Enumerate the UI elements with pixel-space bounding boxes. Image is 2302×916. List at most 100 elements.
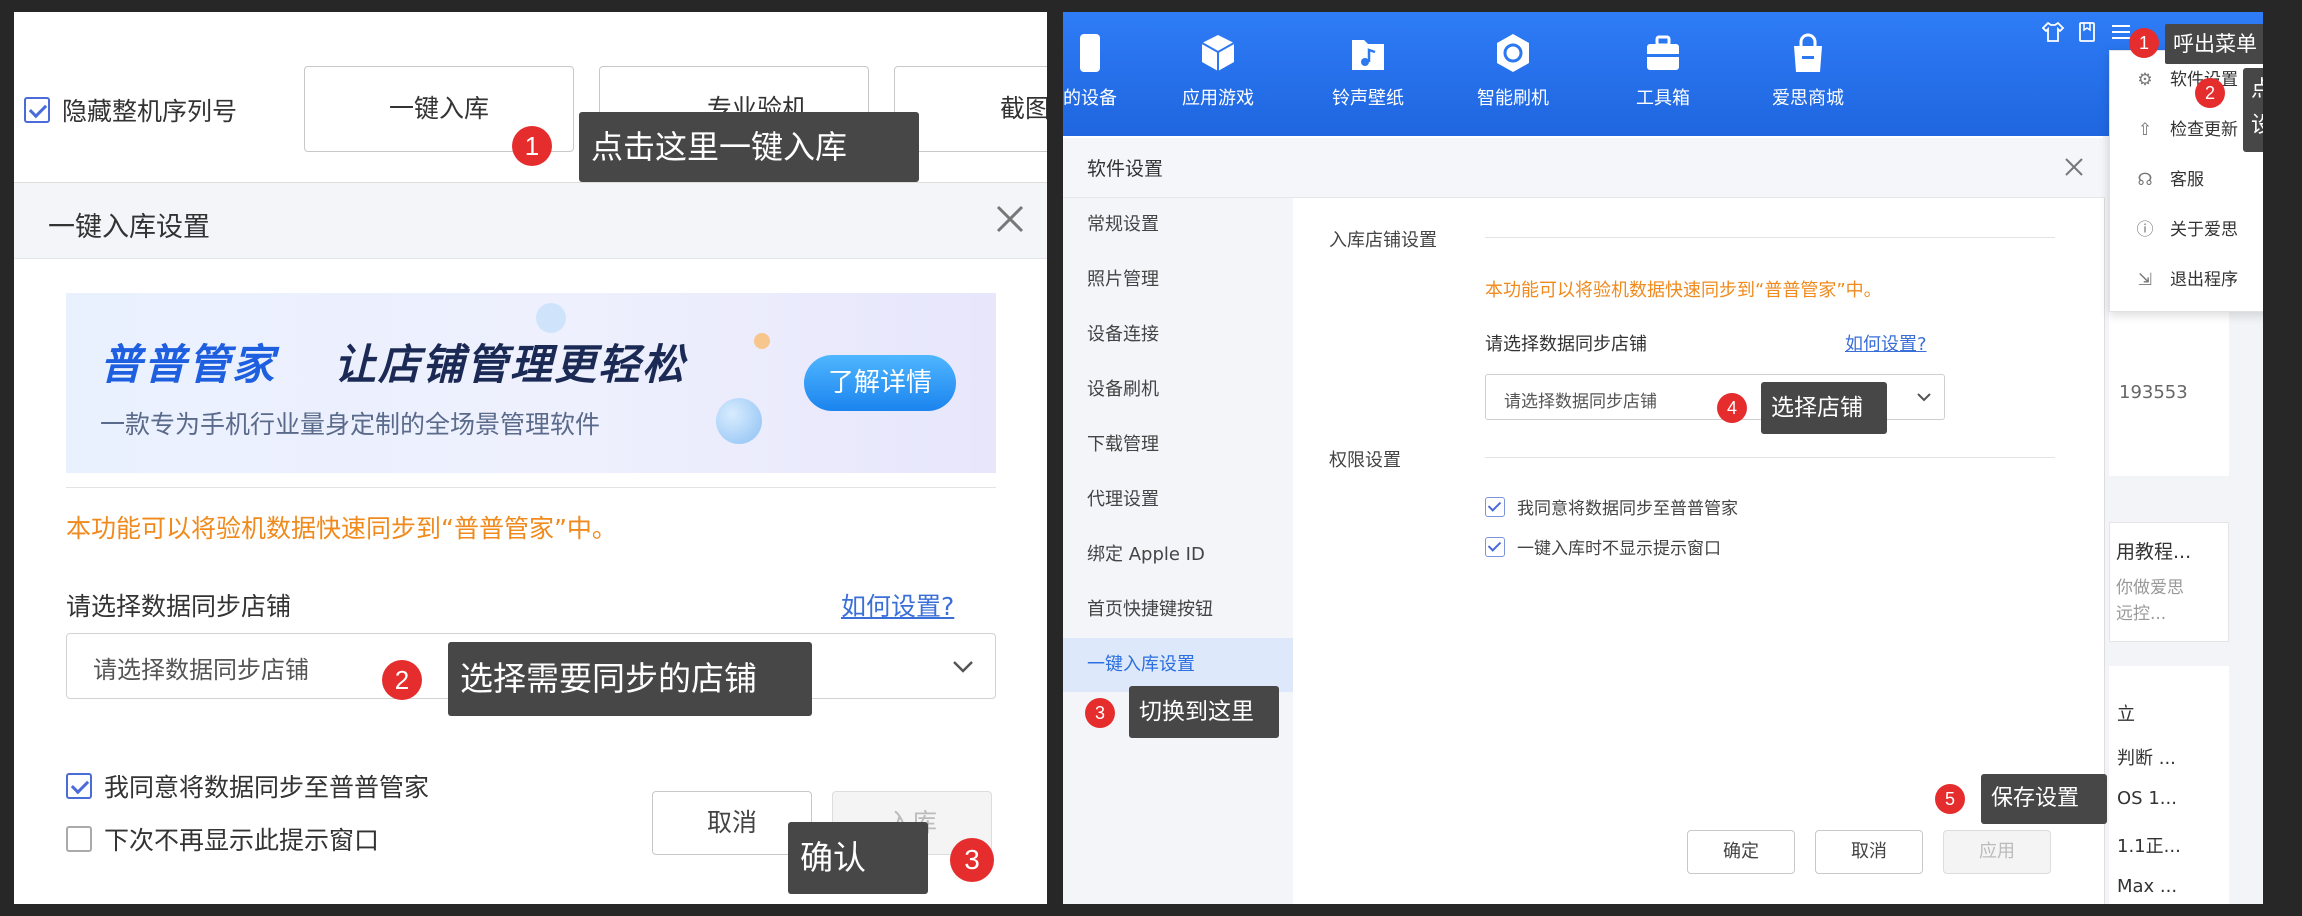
store-label: 请选择数据同步店铺 bbox=[1485, 334, 1647, 355]
callout-switch-here: 切换到这里 bbox=[1129, 686, 1279, 738]
news-item[interactable]: 立 bbox=[2117, 700, 2135, 726]
flash-icon bbox=[1497, 34, 1529, 72]
chevron-down-icon bbox=[949, 654, 977, 678]
bubble-decoration bbox=[716, 398, 762, 444]
sidebar-item-one-click[interactable]: 一键入库设置 bbox=[1063, 638, 1293, 692]
menu-item-label: 检查更新 bbox=[2170, 120, 2238, 140]
top-nav-bar: 的设备 应用游戏 铃声壁纸 智能刷机 工具箱 爱思商城 bbox=[1063, 12, 2263, 136]
feedback-icon[interactable] bbox=[2075, 20, 2099, 44]
step-badge-2: 2 bbox=[382, 660, 422, 700]
checkbox-checked-icon bbox=[66, 773, 92, 799]
section-store-settings: 入库店铺设置 bbox=[1329, 230, 1437, 251]
menu-item-support[interactable]: ☊ 客服 bbox=[2134, 165, 2204, 190]
sidebar-item-photos[interactable]: 照片管理 bbox=[1063, 253, 1293, 307]
news-list: 立 判断 ... OS 1... 1.1正... Max ... bbox=[2109, 666, 2229, 904]
sidebar-item-apple-id[interactable]: 绑定 Apple ID bbox=[1063, 528, 1293, 582]
nav-store[interactable]: 爱思商城 bbox=[1743, 32, 1873, 110]
right-screenshot-panel: 的设备 应用游戏 铃声壁纸 智能刷机 工具箱 爱思商城 193553 用教程..… bbox=[1063, 12, 2263, 904]
shopping-bag-icon bbox=[1794, 33, 1822, 72]
exit-icon: ⇲ bbox=[2137, 270, 2153, 290]
news-item[interactable]: Max ... bbox=[2117, 876, 2177, 897]
sidebar-item-downloads[interactable]: 下载管理 bbox=[1063, 418, 1293, 472]
agree-sync-checkbox[interactable]: 我同意将数据同步至普普管家 bbox=[1485, 494, 1738, 519]
checkbox-checked-icon bbox=[24, 97, 50, 123]
step-badge-5: 5 bbox=[1935, 784, 1965, 814]
checkbox-checked-icon bbox=[1485, 496, 1505, 517]
banner-brand: 普普管家 bbox=[100, 340, 277, 389]
cube-icon bbox=[1201, 35, 1235, 71]
phone-icon bbox=[1080, 34, 1100, 72]
how-to-set-link[interactable]: 如何设置? bbox=[1845, 330, 1927, 356]
callout-click-settings: 点击 设置 bbox=[2243, 68, 2263, 152]
left-screenshot-panel: 隐藏整机序列号 一键入库 专业验机 截图 一键入库设置 普普管家 让店铺管理更轻… bbox=[14, 12, 1047, 904]
nav-label: 工具箱 bbox=[1636, 88, 1690, 109]
divider bbox=[66, 487, 996, 488]
tutorial-card-line: 你做爱思 bbox=[2116, 578, 2184, 598]
banner-headline: 让店铺管理更轻松 bbox=[334, 340, 687, 389]
nav-smart-flash[interactable]: 智能刷机 bbox=[1448, 32, 1578, 110]
main-dropdown-menu: ⚙软件设置 ⇧检查更新 ☊客服 ⓘ关于爱思 ⇲退出程序 bbox=[2109, 50, 2263, 312]
store-label: 请选择数据同步店铺 bbox=[66, 592, 292, 621]
ok-button[interactable]: 确定 bbox=[1687, 830, 1795, 874]
learn-more-button[interactable]: 了解详情 bbox=[804, 355, 956, 411]
callout-one-click: 点击这里一键入库 bbox=[579, 112, 919, 182]
menu-item-exit[interactable]: ⇲ 退出程序 bbox=[2134, 265, 2238, 290]
no-remind-checkbox[interactable]: 下次不再显示此提示窗口 bbox=[66, 821, 379, 857]
tutorial-card-line: 远控... bbox=[2116, 604, 2167, 624]
bubble-decoration bbox=[754, 333, 770, 349]
promo-banner[interactable]: 普普管家 让店铺管理更轻松 一款专为手机行业量身定制的全场景管理软件 了解详情 bbox=[66, 293, 996, 473]
dialog-header: 软件设置 bbox=[1063, 138, 2105, 198]
nav-my-device[interactable]: 的设备 bbox=[1063, 32, 1155, 110]
sidebar-item-general[interactable]: 常规设置 bbox=[1063, 198, 1293, 252]
dialog-title: 一键入库设置 bbox=[48, 212, 210, 243]
shirt-icon[interactable] bbox=[2041, 20, 2065, 44]
news-item[interactable]: 1.1正... bbox=[2117, 832, 2181, 858]
step-badge-2: 2 bbox=[2195, 78, 2225, 108]
nav-toolbox[interactable]: 工具箱 bbox=[1598, 32, 1728, 110]
nav-ringtones[interactable]: 铃声壁纸 bbox=[1303, 32, 1433, 110]
callout-select-store: 选择需要同步的店铺 bbox=[448, 642, 812, 716]
step-badge-4: 4 bbox=[1717, 393, 1747, 423]
sidebar-item-shortcut[interactable]: 首页快捷键按钮 bbox=[1063, 583, 1293, 637]
menu-item-update[interactable]: ⇧ 检查更新 bbox=[2134, 115, 2238, 140]
tutorial-card[interactable]: 用教程... 你做爱思 远控... bbox=[2109, 522, 2229, 642]
checkbox-checked-icon bbox=[1485, 536, 1505, 557]
nav-label: 应用游戏 bbox=[1182, 88, 1254, 109]
arrow-up-icon: ⇧ bbox=[2137, 120, 2153, 140]
apply-button[interactable]: 应用 bbox=[1943, 830, 2051, 874]
cancel-button[interactable]: 取消 bbox=[1815, 830, 1923, 874]
news-item[interactable]: OS 1... bbox=[2117, 788, 2177, 809]
menu-item-label: 关于爱思 bbox=[2170, 220, 2238, 240]
close-icon[interactable] bbox=[2061, 154, 2087, 180]
hide-serial-checkbox[interactable]: 隐藏整机序列号 bbox=[24, 92, 237, 128]
callout-line: 设置 bbox=[2251, 113, 2263, 138]
banner-subtitle: 一款专为手机行业量身定制的全场景管理软件 bbox=[100, 410, 601, 439]
nav-apps-games[interactable]: 应用游戏 bbox=[1153, 32, 1283, 110]
store-select-placeholder: 请选择数据同步店铺 bbox=[1504, 392, 1657, 412]
close-icon[interactable] bbox=[992, 201, 1028, 237]
music-folder-icon bbox=[1352, 40, 1384, 70]
nav-label: 铃声壁纸 bbox=[1332, 88, 1404, 109]
step-badge-3: 3 bbox=[950, 838, 994, 882]
one-click-settings-dialog: 一键入库设置 普普管家 让店铺管理更轻松 一款专为手机行业量身定制的全场景管理软… bbox=[14, 182, 1047, 904]
callout-save-settings: 保存设置 bbox=[1981, 774, 2107, 824]
sidebar-item-connection[interactable]: 设备连接 bbox=[1063, 308, 1293, 362]
nav-label: 智能刷机 bbox=[1477, 88, 1549, 109]
nav-label: 的设备 bbox=[1063, 88, 1117, 109]
no-prompt-checkbox[interactable]: 一键入库时不显示提示窗口 bbox=[1485, 534, 1721, 559]
sidebar-item-flash[interactable]: 设备刷机 bbox=[1063, 363, 1293, 417]
agree-sync-label: 我同意将数据同步至普普管家 bbox=[1517, 499, 1738, 519]
agree-sync-checkbox[interactable]: 我同意将数据同步至普普管家 bbox=[66, 768, 429, 804]
callout-line: 点击 bbox=[2251, 77, 2263, 102]
chevron-down-icon bbox=[1914, 388, 1934, 406]
sidebar-item-proxy[interactable]: 代理设置 bbox=[1063, 473, 1293, 527]
news-item[interactable]: 判断 ... bbox=[2117, 744, 2176, 770]
menu-item-about[interactable]: ⓘ 关于爱思 bbox=[2134, 215, 2239, 240]
menu-item-label: 退出程序 bbox=[2170, 270, 2238, 290]
settings-sidebar: 常规设置 照片管理 设备连接 设备刷机 下载管理 代理设置 绑定 Apple I… bbox=[1063, 198, 1293, 904]
tutorial-card-title: 用教程... bbox=[2116, 541, 2192, 563]
step-badge-3: 3 bbox=[1085, 698, 1115, 728]
gear-icon: ⚙ bbox=[2137, 70, 2153, 90]
how-to-set-link[interactable]: 如何设置? bbox=[841, 587, 954, 623]
callout-select-store: 选择店铺 bbox=[1761, 382, 1887, 434]
